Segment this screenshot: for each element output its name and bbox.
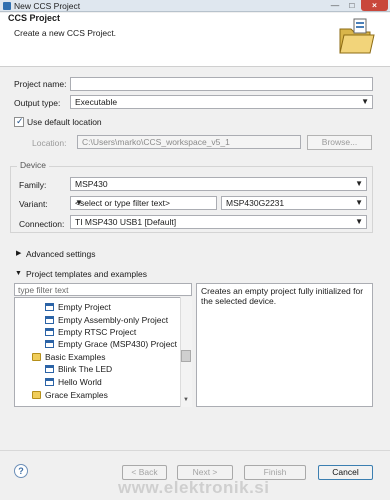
location-label: Location:: [32, 138, 67, 148]
template-description-text: Creates an empty project fully initializ…: [201, 286, 364, 306]
watermark-text: www.elektronik.si: [118, 478, 270, 497]
connection-label: Connection:: [19, 219, 65, 229]
advanced-settings-toggle[interactable]: Advanced settings: [26, 249, 95, 259]
chevron-down-icon: ▼: [355, 179, 363, 188]
connection-select[interactable]: TI MSP430 USB1 [Default] ▼: [70, 215, 367, 229]
tree-item-empty-grace-project[interactable]: Empty Grace (MSP430) Project: [45, 339, 177, 350]
output-type-value: Executable: [75, 97, 118, 107]
variant-filter-select[interactable]: <select or type filter text> ▼: [70, 196, 217, 210]
tree-item-grace-examples[interactable]: Grace Examples: [32, 390, 108, 401]
chevron-down-icon: ▼: [361, 97, 369, 106]
family-label: Family:: [19, 180, 47, 190]
connection-value: TI MSP430 USB1 [Default]: [75, 217, 177, 227]
device-group-label: Device: [17, 160, 49, 170]
variant-label: Variant:: [19, 199, 48, 209]
project-icon: [45, 340, 54, 348]
template-tree[interactable]: Empty Project Empty Assembly-only Projec…: [14, 297, 192, 407]
window-title: New CCS Project: [14, 1, 81, 11]
expand-triangle-icon[interactable]: ▶: [16, 249, 21, 257]
tree-item-blink-the-led[interactable]: Blink The LED: [45, 364, 112, 375]
scroll-down-icon[interactable]: ▼: [181, 397, 191, 406]
tree-scroll-thumb[interactable]: [181, 350, 191, 362]
project-icon: [45, 316, 54, 324]
tree-item-hello-world[interactable]: Hello World: [45, 377, 102, 388]
tree-item-empty-project[interactable]: Empty Project: [45, 302, 111, 313]
folder-icon: [32, 391, 41, 399]
template-filter-placeholder: type filter text: [18, 285, 69, 295]
tree-item-empty-assembly-project[interactable]: Empty Assembly-only Project: [45, 315, 168, 326]
cancel-button[interactable]: Cancel: [318, 465, 373, 480]
project-icon: [45, 303, 54, 311]
wizard-page-title: CCS Project: [8, 13, 61, 23]
chevron-down-icon: ▼: [355, 198, 363, 207]
wizard-page-description: Create a new CCS Project.: [14, 28, 117, 38]
template-filter-input[interactable]: type filter text: [14, 283, 192, 296]
tree-item-empty-rtsc-project[interactable]: Empty RTSC Project: [45, 327, 136, 338]
location-value: C:\Users\marko\CCS_workspace_v5_1: [82, 137, 230, 147]
close-icon[interactable]: ×: [361, 0, 388, 11]
templates-section-toggle[interactable]: Project templates and examples: [26, 269, 147, 279]
app-icon: [3, 2, 11, 10]
family-value: MSP430: [75, 179, 108, 189]
variant-select[interactable]: MSP430G2231 ▼: [221, 196, 367, 210]
output-type-label: Output type:: [14, 98, 61, 108]
location-input[interactable]: C:\Users\marko\CCS_workspace_v5_1: [77, 135, 301, 149]
use-default-location-label: Use default location: [27, 117, 102, 127]
chevron-down-icon: ▼: [355, 217, 363, 226]
project-icon: [45, 328, 54, 336]
variant-value: MSP430G2231: [226, 198, 285, 208]
folder-icon: [32, 353, 41, 361]
help-icon[interactable]: ?: [14, 464, 28, 478]
project-name-label: Project name:: [14, 79, 67, 89]
new-project-folder-icon: [339, 18, 375, 54]
browse-button[interactable]: Browse...: [307, 135, 372, 150]
project-icon: [45, 378, 54, 386]
checkmark-icon: ✓: [16, 116, 24, 126]
project-icon: [45, 365, 54, 373]
chevron-down-icon: ▼: [75, 198, 83, 207]
tree-item-basic-examples[interactable]: Basic Examples: [32, 352, 105, 363]
family-select[interactable]: MSP430 ▼: [70, 177, 367, 191]
output-type-select[interactable]: Executable ▼: [70, 95, 373, 109]
minimize-icon[interactable]: —: [327, 0, 343, 11]
collapse-triangle-icon[interactable]: ▼: [15, 270, 22, 277]
maximize-icon[interactable]: □: [344, 0, 360, 11]
project-name-input[interactable]: [70, 77, 373, 91]
use-default-location-checkbox[interactable]: ✓: [14, 116, 24, 127]
button-bar-divider: [0, 450, 390, 451]
